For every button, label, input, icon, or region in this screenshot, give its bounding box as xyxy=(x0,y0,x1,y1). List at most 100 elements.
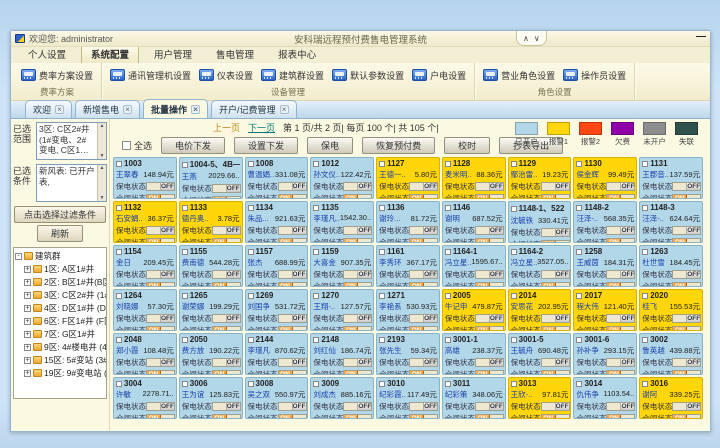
expander-icon[interactable]: - xyxy=(15,253,22,260)
card-checkbox[interactable] xyxy=(313,337,319,343)
tree-node[interactable]: +9区: 4#楼电井 (4#楼… xyxy=(15,341,105,353)
meter-card[interactable]: 1134朱品...921.63元保电状态ONOFF合闸状态ONOFF xyxy=(245,201,309,243)
toggle-switch[interactable]: ONOFF xyxy=(278,282,307,287)
toggle-switch[interactable]: ONOFF xyxy=(409,326,438,331)
select-all[interactable]: 全选 xyxy=(122,139,152,152)
toggle-switch[interactable]: ONOFF xyxy=(475,282,504,287)
toggle-switch[interactable]: ONOFF xyxy=(672,194,701,199)
toggle-switch[interactable]: ONOFF xyxy=(278,326,307,331)
card-checkbox[interactable] xyxy=(511,161,517,167)
toggle-supply[interactable]: ONOFF xyxy=(475,182,504,191)
card-checkbox[interactable] xyxy=(445,161,451,167)
toggle-switch[interactable]: ONOFF xyxy=(541,240,570,243)
toggle-switch[interactable]: ONOFF xyxy=(672,326,701,331)
scroll-up-icon[interactable]: ▲ xyxy=(100,165,105,171)
menu-item-个人设置[interactable]: 个人设置 xyxy=(19,45,75,63)
card-checkbox[interactable] xyxy=(116,293,122,299)
meter-card[interactable]: 1135李瑾凡..1542.30..保电状态ONOFF合闸状态ONOFF xyxy=(310,201,374,243)
menu-item-报表中心[interactable]: 报表中心 xyxy=(269,45,325,63)
toggle-switch[interactable]: ONOFF xyxy=(606,282,635,287)
card-checkbox[interactable] xyxy=(379,249,385,255)
toggle-switch[interactable]: ONOFF xyxy=(212,238,241,243)
toggle-supply[interactable]: ONOFF xyxy=(541,402,570,411)
meter-card[interactable]: 1157张杰688.99元保电状态ONOFF合闸状态ONOFF xyxy=(245,245,309,287)
card-checkbox[interactable] xyxy=(576,161,582,167)
meter-card[interactable]: 3010纪彩霞..117.49元保电状态ONOFF合闸状态ONOFF xyxy=(376,377,440,419)
meter-card[interactable]: 2193张先生59.34元保电状态ONOFF合闸状态ONOFF xyxy=(376,333,440,375)
toggle-switch[interactable]: ONOFF xyxy=(146,326,175,331)
toggle-supply[interactable]: ONOFF xyxy=(475,358,504,367)
card-checkbox[interactable] xyxy=(642,161,648,167)
card-checkbox[interactable] xyxy=(379,161,385,167)
toggle-switch[interactable]: ONOFF xyxy=(146,238,175,243)
meter-card[interactable]: 1146谢明687.52元保电状态ONOFF合闸状态ONOFF xyxy=(442,201,506,243)
meter-card[interactable]: 3001-1高雄238.37元保电状态ONOFF合闸状态ONOFF xyxy=(442,333,506,375)
meter-card[interactable]: 2048郑小霞108.48元保电状态ONOFF合闸状态ONOFF xyxy=(113,333,177,375)
card-checkbox[interactable] xyxy=(379,293,385,299)
tree-node[interactable]: +3区: C区2#井 (1#变… xyxy=(15,289,105,301)
card-checkbox[interactable] xyxy=(248,381,254,387)
ribbon-button[interactable]: 营业角色设置 xyxy=(480,67,558,84)
meter-card[interactable]: 2144李瑾凡870.62元保电状态ONOFF合闸状态ONOFF xyxy=(245,333,309,375)
expander-icon[interactable]: + xyxy=(24,344,31,351)
toggle-switch[interactable]: ONOFF xyxy=(212,414,241,419)
meter-card[interactable]: 1130侯金辉99.49元保电状态ONOFF合闸状态ONOFF xyxy=(573,157,637,199)
toggle-supply[interactable]: ONOFF xyxy=(146,270,175,279)
toggle-switch[interactable]: ONOFF xyxy=(278,194,307,199)
meter-card[interactable]: 3006王为谊125.83元保电状态ONOFF合闸状态ONOFF xyxy=(179,377,243,419)
card-checkbox[interactable] xyxy=(511,206,517,212)
card-checkbox[interactable] xyxy=(313,161,319,167)
toggle-supply[interactable]: ONOFF xyxy=(212,314,241,323)
card-checkbox[interactable] xyxy=(379,381,385,387)
card-checkbox[interactable] xyxy=(182,381,188,387)
toggle-switch[interactable]: ONOFF xyxy=(606,414,635,419)
toolbar-button-保电[interactable]: 保电 xyxy=(307,137,353,154)
toggle-switch[interactable]: ONOFF xyxy=(343,370,372,375)
meter-card[interactable]: 1265谢荣娜199.29元保电状态ONOFF合闸状态ONOFF xyxy=(179,289,243,331)
toggle-switch[interactable]: ONOFF xyxy=(541,414,570,419)
listbox-scrollbar[interactable]: ▲▼ xyxy=(97,123,106,159)
toggle-supply[interactable]: ONOFF xyxy=(212,358,241,367)
toggle-supply[interactable]: ONOFF xyxy=(343,182,372,191)
toggle-switch[interactable]: ONOFF xyxy=(475,194,504,199)
scroll-up-icon[interactable]: ▲ xyxy=(100,123,105,129)
toggle-supply[interactable]: ONOFF xyxy=(606,270,635,279)
toggle-supply[interactable]: ONOFF xyxy=(475,314,504,323)
toggle-supply[interactable]: ONOFF xyxy=(672,226,701,235)
meter-card[interactable]: 1264刘晓娜57.30元保电状态ONOFF合闸状态ONOFF xyxy=(113,289,177,331)
toggle-supply[interactable]: ONOFF xyxy=(409,270,438,279)
meter-card[interactable]: 1155费南德544.28元保电状态ONOFF合闸状态ONOFF xyxy=(179,245,243,287)
meter-card[interactable]: 1270王翔-..127.57元保电状态ONOFF合闸状态ONOFF xyxy=(310,289,374,331)
tab-欢迎[interactable]: 欢迎× xyxy=(25,100,72,118)
card-checkbox[interactable] xyxy=(182,162,188,168)
tree-node[interactable]: +6区: F区1#井 (F区1#… xyxy=(15,315,105,327)
toggle-supply[interactable]: ONOFF xyxy=(541,270,570,279)
toggle-supply[interactable]: ONOFF xyxy=(541,228,570,237)
toggle-supply[interactable]: ONOFF xyxy=(146,182,175,191)
ribbon-collapse-control[interactable]: ∧ ∨ xyxy=(516,31,547,46)
toggle-switch[interactable]: ONOFF xyxy=(409,414,438,419)
card-checkbox[interactable] xyxy=(313,381,319,387)
card-checkbox[interactable] xyxy=(642,249,648,255)
selected-range-listbox[interactable]: 3区: C区2#井(1#变电、2#变电, C区1…▲▼ xyxy=(36,122,107,160)
meter-card[interactable]: 1148-1、522沈毓铁330.41元保电状态ONOFF合闸状态ONOFF xyxy=(508,201,572,243)
card-checkbox[interactable] xyxy=(576,337,582,343)
meter-card[interactable]: 3013王欣-..97.81元保电状态ONOFF合闸状态ONOFF xyxy=(508,377,572,419)
toggle-switch[interactable]: ONOFF xyxy=(343,282,372,287)
meter-card[interactable]: 1263杜世雪184.45元保电状态ONOFF合闸状态ONOFF xyxy=(639,245,703,287)
meter-card[interactable]: 1136谢玲...81.72元保电状态ONOFF合闸状态ONOFF xyxy=(376,201,440,243)
toggle-supply[interactable]: ONOFF xyxy=(146,314,175,323)
toggle-supply[interactable]: ONOFF xyxy=(212,270,241,279)
toggle-switch[interactable]: ONOFF xyxy=(212,282,241,287)
toggle-supply[interactable]: ONOFF xyxy=(409,358,438,367)
card-checkbox[interactable] xyxy=(576,249,582,255)
meter-card[interactable]: 2017程大伟121.40元保电状态ONOFF合闸状态ONOFF xyxy=(573,289,637,331)
card-checkbox[interactable] xyxy=(248,337,254,343)
meter-card[interactable]: 1133德丹奥..3.78元保电状态ONOFF合闸状态ONOFF xyxy=(179,201,243,243)
tab-新增售电[interactable]: 新增售电× xyxy=(75,100,140,118)
tree-node[interactable]: +7区: G区1#井 xyxy=(15,328,105,340)
toggle-switch[interactable]: ONOFF xyxy=(606,370,635,375)
tab-批量操作[interactable]: 批量操作× xyxy=(143,99,208,118)
card-checkbox[interactable] xyxy=(116,249,122,255)
toggle-supply[interactable]: ONOFF xyxy=(606,182,635,191)
